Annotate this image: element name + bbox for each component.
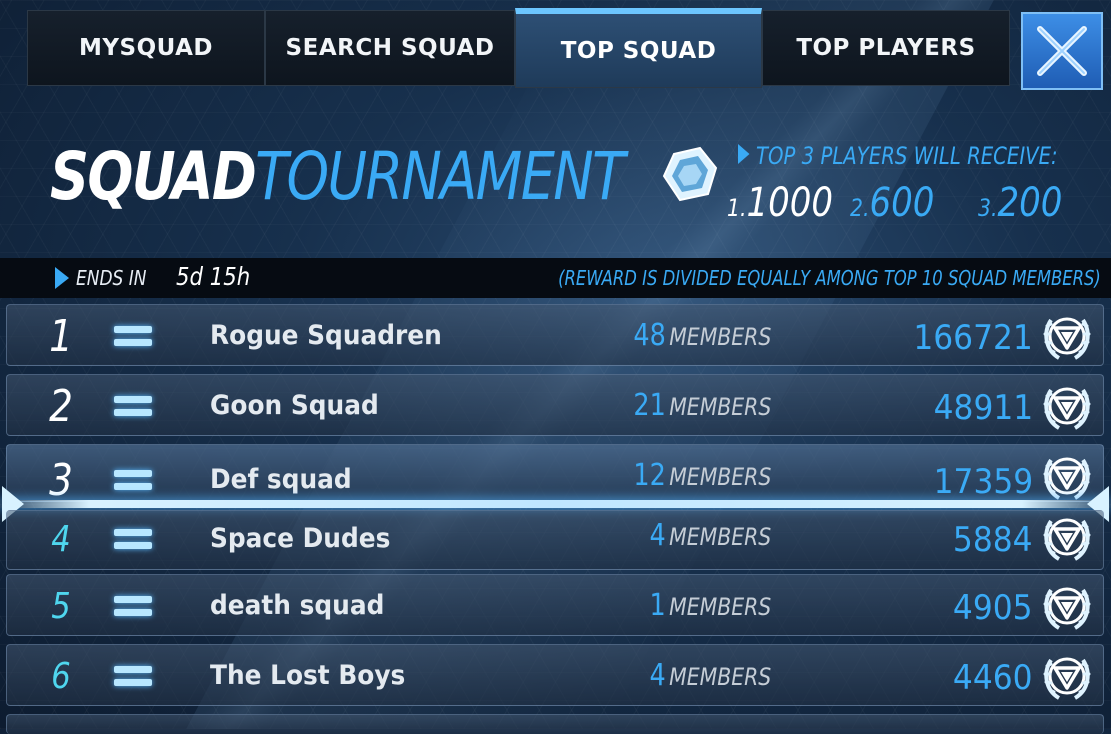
members-label: MEMBERS [668,523,771,551]
laurel-badge-icon [1043,587,1091,630]
ends-in-value: 5d 15h [176,262,251,291]
laurel-badge-icon [1043,387,1091,430]
list-item[interactable]: 4 Space Dudes 4 MEMBERS 5884 [6,510,1104,570]
squad-score: 166721 [913,318,1033,358]
reward-amount: 600 [869,180,935,226]
members-count: 21 MEMBERS [633,375,771,437]
laurel-badge-icon [1043,518,1091,561]
reward-2: 2.600 [850,180,934,226]
squad-score: 4460 [953,658,1033,698]
page-title: SQUADTOURNAMENT [50,132,625,222]
squad-name: The Lost Boys [210,660,406,691]
title-tournament: TOURNAMENT [255,138,625,215]
equal-icon [114,666,152,688]
squad-name: death squad [210,590,385,621]
tab-label: TOP SQUAD [560,37,717,64]
reward-amount: 200 [997,180,1063,226]
members-label: MEMBERS [668,463,771,491]
members-label: MEMBERS [668,323,771,351]
squad-score: 48911 [933,388,1033,428]
members-number: 12 [633,458,666,493]
laurel-badge-icon [1043,657,1091,700]
ends-bar: ENDS IN 5d 15h (REWARD IS DIVIDED EQUALL… [0,258,1111,298]
close-button[interactable] [1021,12,1103,90]
rank-number: 5 [51,585,71,627]
tab-label: TOP PLAYERS [796,35,976,61]
laurel-badge-icon [1043,457,1091,500]
tab-top-players[interactable]: TOP PLAYERS [762,10,1010,86]
close-icon [1037,26,1087,76]
squad-score: 4905 [953,588,1033,628]
laurel-badge-icon [1043,317,1091,360]
equal-icon [114,529,152,551]
tab-top-squad[interactable]: TOP SQUAD [515,8,762,88]
arrow-right-icon [55,267,69,289]
tab-search-squad[interactable]: SEARCH SQUAD [265,10,515,86]
rewards-heading-text: TOP 3 PLAYERS WILL RECEIVE: [756,142,1058,170]
equal-icon [114,596,152,618]
tab-label: SEARCH SQUAD [285,35,495,61]
squad-name: Goon Squad [210,390,379,421]
reward-3: 3.200 [978,180,1062,226]
title-squad: SQUAD [50,138,257,215]
members-count: 1 MEMBERS [649,575,771,637]
list-item[interactable]: 1 Rogue Squadren 48 MEMBERS 166721 [6,304,1104,366]
equal-icon [114,396,152,418]
rewards-heading: TOP 3 PLAYERS WILL RECEIVE: [738,142,1058,170]
list-item[interactable]: 2 Goon Squad 21 MEMBERS 48911 [6,374,1104,436]
members-count: 4 MEMBERS [649,645,771,707]
squad-name: Space Dudes [210,523,391,554]
members-count: 4 MEMBERS [649,511,771,567]
members-number: 21 [633,388,666,423]
crystal-icon [662,146,718,202]
reward-rank: 1. [727,194,747,222]
reward-rank: 3. [978,194,998,222]
members-count: 48 MEMBERS [633,305,771,367]
list-item[interactable]: 5 death squad 1 MEMBERS 4905 [6,574,1104,636]
tab-mysquad[interactable]: MYSQUAD [27,10,265,86]
current-squad-divider [0,500,1111,508]
members-count: 12 MEMBERS [633,445,771,507]
list-item[interactable]: 6 The Lost Boys 4 MEMBERS 4460 [6,644,1104,706]
list-item-partial[interactable] [6,714,1104,734]
reward-amount: 1000 [746,180,833,226]
tab-bar: MYSQUAD SEARCH SQUAD TOP SQUAD TOP PLAYE… [0,0,1111,90]
reward-rank: 2. [850,194,870,222]
squad-score: 5884 [953,520,1033,560]
list-item[interactable]: 3 Def squad 12 MEMBERS 17359 [6,444,1104,506]
members-number: 4 [649,518,666,553]
members-number: 1 [649,588,666,623]
members-number: 48 [633,318,666,353]
ends-in-label: ENDS IN [76,266,147,290]
rank-number: 1 [49,310,73,362]
rank-number: 4 [51,518,71,560]
equal-icon [114,326,152,348]
members-label: MEMBERS [668,393,771,421]
arrow-right-icon [738,144,750,164]
members-number: 4 [649,658,666,693]
reward-1: 1.1000 [727,180,833,226]
members-label: MEMBERS [668,593,771,621]
equal-icon [114,470,152,492]
reward-note: (REWARD IS DIVIDED EQUALLY AMONG TOP 10 … [558,266,1101,290]
rank-number: 2 [49,380,73,432]
squad-name: Rogue Squadren [210,320,442,351]
tab-label: MYSQUAD [78,35,214,61]
members-label: MEMBERS [668,663,771,691]
rank-number: 6 [51,655,71,697]
